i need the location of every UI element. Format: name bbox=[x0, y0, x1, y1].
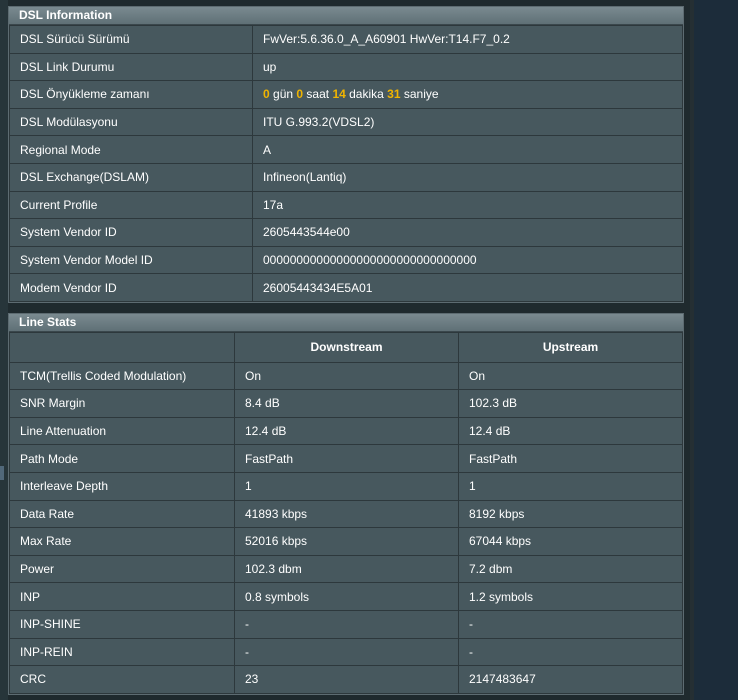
column-header-label bbox=[9, 332, 235, 363]
stat-downstream: - bbox=[234, 609, 459, 639]
stat-downstream: 1 bbox=[234, 471, 459, 501]
dsl-information-header: DSL Information bbox=[9, 7, 683, 25]
stat-label: SNR Margin bbox=[9, 389, 235, 418]
table-row: CRC 23 2147483647 bbox=[9, 665, 683, 694]
stat-downstream: 0.8 symbols bbox=[234, 582, 459, 611]
stat-downstream: 52016 kbps bbox=[234, 527, 459, 556]
stat-upstream: On bbox=[458, 361, 683, 391]
table-header-row: Downstream Upstream bbox=[9, 332, 683, 363]
vendor-id-label: System Vendor ID bbox=[9, 218, 253, 247]
uptime-seconds-unit: saniye bbox=[400, 87, 439, 102]
stat-label: INP-SHINE bbox=[9, 609, 235, 639]
stat-downstream: 12.4 dB bbox=[234, 416, 459, 446]
stat-label: Power bbox=[9, 554, 235, 584]
stat-upstream: 2147483647 bbox=[458, 665, 683, 694]
stat-downstream: - bbox=[234, 637, 459, 667]
stat-label: Line Attenuation bbox=[9, 416, 235, 446]
stat-label: Data Rate bbox=[9, 499, 235, 529]
right-sidebar bbox=[694, 0, 738, 700]
table-row: Data Rate 41893 kbps 8192 kbps bbox=[9, 499, 683, 529]
stat-upstream: 7.2 dbm bbox=[458, 554, 683, 584]
table-row: Regional Mode A bbox=[9, 135, 683, 164]
profile-value: 17a bbox=[252, 190, 683, 220]
left-strip bbox=[0, 0, 8, 700]
stat-label: Path Mode bbox=[9, 444, 235, 473]
uptime-days: 0 bbox=[263, 87, 270, 102]
stat-upstream: FastPath bbox=[458, 444, 683, 473]
uptime-value: 0 gün 0 saat 14 dakika 31 saniye bbox=[252, 80, 683, 109]
modem-vendor-label: Modem Vendor ID bbox=[9, 273, 253, 302]
driver-label: DSL Sürücü Sürümü bbox=[9, 25, 253, 54]
vendor-model-value: 00000000000000000000000000000000 bbox=[252, 245, 683, 275]
table-row: DSL Link Durumu up bbox=[9, 52, 683, 82]
table-row: Max Rate 52016 kbps 67044 kbps bbox=[9, 527, 683, 556]
table-row: Line Attenuation 12.4 dB 12.4 dB bbox=[9, 416, 683, 446]
table-row: Current Profile 17a bbox=[9, 190, 683, 220]
table-row: DSL Önyükleme zamanı 0 gün 0 saat 14 dak… bbox=[9, 80, 683, 109]
link-label: DSL Link Durumu bbox=[9, 52, 253, 82]
stat-label: INP bbox=[9, 582, 235, 611]
modulation-label: DSL Modülasyonu bbox=[9, 107, 253, 137]
stat-upstream: 8192 kbps bbox=[458, 499, 683, 529]
table-row: INP-SHINE - - bbox=[9, 609, 683, 639]
dsl-information-panel: DSL Information DSL Sürücü Sürümü FwVer:… bbox=[8, 6, 684, 303]
stat-downstream: 8.4 dB bbox=[234, 389, 459, 418]
vendor-model-label: System Vendor Model ID bbox=[9, 245, 253, 275]
stat-label: CRC bbox=[9, 665, 235, 694]
stat-upstream: - bbox=[458, 637, 683, 667]
stat-downstream: 41893 kbps bbox=[234, 499, 459, 529]
stat-downstream: FastPath bbox=[234, 444, 459, 473]
link-value: up bbox=[252, 52, 683, 82]
vendor-id-value: 2605443544e00 bbox=[252, 218, 683, 247]
uptime-seconds: 31 bbox=[387, 87, 401, 102]
table-row: DSL Exchange(DSLAM) Infineon(Lantiq) bbox=[9, 162, 683, 192]
uptime-label: DSL Önyükleme zamanı bbox=[9, 80, 253, 109]
profile-label: Current Profile bbox=[9, 190, 253, 220]
table-row: DSL Modülasyonu ITU G.993.2(VDSL2) bbox=[9, 107, 683, 137]
uptime-days-unit: gün bbox=[269, 87, 297, 102]
stat-downstream: 23 bbox=[234, 665, 459, 694]
line-stats-panel: Line Stats Downstream Upstream TCM(Trell… bbox=[8, 313, 684, 695]
modem-vendor-value: 26005443434E5A01 bbox=[252, 273, 683, 302]
stat-upstream: 67044 kbps bbox=[458, 527, 683, 556]
stat-label: INP-REIN bbox=[9, 637, 235, 667]
stat-label: Interleave Depth bbox=[9, 471, 235, 501]
stat-upstream: - bbox=[458, 609, 683, 639]
stat-upstream: 102.3 dB bbox=[458, 389, 683, 418]
table-row: System Vendor ID 2605443544e00 bbox=[9, 218, 683, 247]
table-row: Power 102.3 dbm 7.2 dbm bbox=[9, 554, 683, 584]
column-header-upstream: Upstream bbox=[458, 332, 683, 363]
side-arrow-icon bbox=[0, 466, 4, 480]
line-stats-header: Line Stats bbox=[9, 314, 683, 332]
modulation-value: ITU G.993.2(VDSL2) bbox=[252, 107, 683, 137]
table-row: System Vendor Model ID 00000000000000000… bbox=[9, 245, 683, 275]
stat-upstream: 1 bbox=[458, 471, 683, 501]
table-row: Modem Vendor ID 26005443434E5A01 bbox=[9, 273, 683, 302]
dsl-information-table: DSL Sürücü Sürümü FwVer:5.6.36.0_A_A6090… bbox=[9, 25, 683, 302]
stat-upstream: 12.4 dB bbox=[458, 416, 683, 446]
dslam-label: DSL Exchange(DSLAM) bbox=[9, 162, 253, 192]
table-row: DSL Sürücü Sürümü FwVer:5.6.36.0_A_A6090… bbox=[9, 25, 683, 54]
table-row: Path Mode FastPath FastPath bbox=[9, 444, 683, 473]
uptime-minutes-unit: dakika bbox=[345, 87, 388, 102]
dslam-value: Infineon(Lantiq) bbox=[252, 162, 683, 192]
column-header-downstream: Downstream bbox=[234, 332, 459, 363]
table-row: INP 0.8 symbols 1.2 symbols bbox=[9, 582, 683, 611]
driver-value: FwVer:5.6.36.0_A_A60901 HwVer:T14.F7_0.2 bbox=[252, 25, 683, 54]
line-stats-table: Downstream Upstream TCM(Trellis Coded Mo… bbox=[9, 332, 683, 694]
regional-label: Regional Mode bbox=[9, 135, 253, 164]
uptime-hours-unit: saat bbox=[303, 87, 333, 102]
regional-value: A bbox=[252, 135, 683, 164]
stat-label: Max Rate bbox=[9, 527, 235, 556]
stat-upstream: 1.2 symbols bbox=[458, 582, 683, 611]
stat-label: TCM(Trellis Coded Modulation) bbox=[9, 361, 235, 391]
table-row: TCM(Trellis Coded Modulation) On On bbox=[9, 361, 683, 391]
stat-downstream: 102.3 dbm bbox=[234, 554, 459, 584]
uptime-minutes: 14 bbox=[332, 87, 346, 102]
stat-downstream: On bbox=[234, 361, 459, 391]
table-row: Interleave Depth 1 1 bbox=[9, 471, 683, 501]
table-row: INP-REIN - - bbox=[9, 637, 683, 667]
table-row: SNR Margin 8.4 dB 102.3 dB bbox=[9, 389, 683, 418]
